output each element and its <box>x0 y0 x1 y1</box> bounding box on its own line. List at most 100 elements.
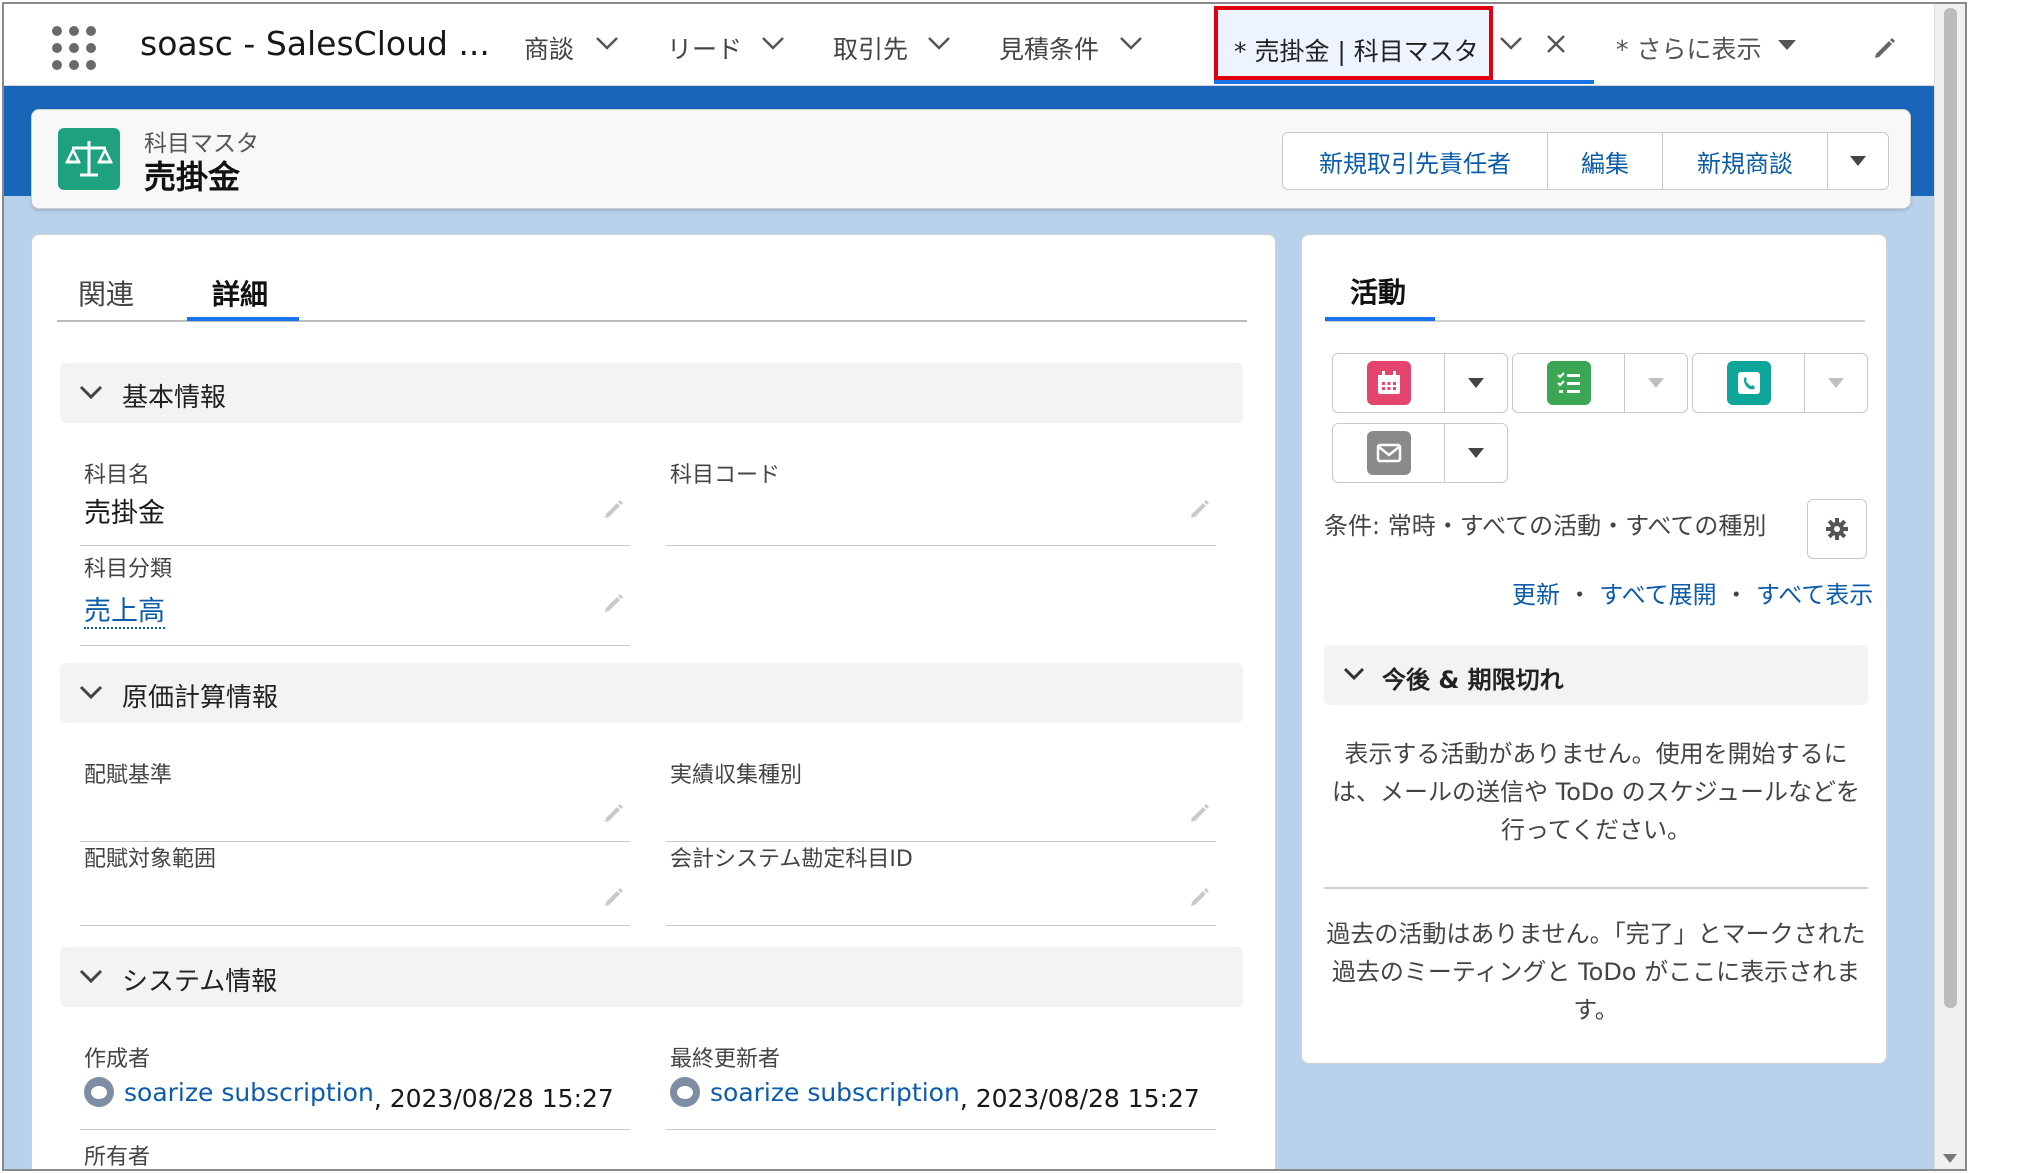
past-activity-message: 過去の活動はありません。「完了」とマークされた過去のミーティングと ToDo が… <box>1326 920 1866 1024</box>
user-chip: soarize subscription <box>84 1077 374 1107</box>
edit-pencil-icon[interactable] <box>602 497 626 519</box>
nav-item-opportunity[interactable]: 商談 <box>524 30 574 66</box>
section-title: 基本情報 <box>122 383 227 413</box>
task-dropdown[interactable] <box>1625 354 1687 412</box>
comma: , <box>959 1084 976 1113</box>
field-divider <box>666 545 1216 546</box>
edit-pencil-icon[interactable] <box>602 801 626 823</box>
activity-settings-button[interactable] <box>1807 499 1867 559</box>
field-label: 科目コード <box>670 463 781 488</box>
activity-divider <box>1324 887 1868 889</box>
send-email-button[interactable] <box>1333 424 1445 482</box>
created-by-user-link[interactable]: soarize subscription <box>124 1078 374 1107</box>
modified-by-user-link[interactable]: soarize subscription <box>710 1078 960 1107</box>
chevron-down-icon[interactable] <box>1118 34 1146 54</box>
field-divider <box>80 1129 630 1130</box>
log-call-button[interactable] <box>1693 354 1805 412</box>
section-upcoming-overdue[interactable]: 今後 & 期限切れ <box>1324 645 1868 705</box>
field-divider <box>80 925 630 926</box>
new-event-button[interactable] <box>1333 354 1445 412</box>
edit-pencil-icon[interactable] <box>1188 885 1212 907</box>
category-link[interactable]: 売上高 <box>84 596 165 629</box>
tab-related[interactable]: 関連 <box>78 273 134 313</box>
event-dropdown[interactable] <box>1445 354 1507 412</box>
field-account-code: 科目コード <box>666 457 1220 547</box>
field-label: 科目分類 <box>84 557 173 582</box>
field-owner: 所有者 <box>84 1139 634 1170</box>
activity-filter-text: 条件: 常時・すべての活動・すべての種別 <box>1324 512 1767 540</box>
section-cost-info[interactable]: 原価計算情報 <box>60 663 1243 723</box>
scrollbar-thumb[interactable] <box>1944 8 1957 1008</box>
tab-detail[interactable]: 詳細 <box>212 273 268 313</box>
nav-item-quote-terms[interactable]: 見積条件 <box>999 30 1099 66</box>
modified-datetime: 2023/08/28 15:27 <box>975 1084 1200 1113</box>
edit-pencil-icon[interactable] <box>602 591 626 613</box>
nav-bar: soasc - SalesCloud ... 商談 リード 取引先 見積条件 *… <box>4 4 1934 86</box>
chevron-down-icon <box>78 967 104 989</box>
close-icon[interactable] <box>1544 32 1572 53</box>
new-task-button[interactable] <box>1513 354 1625 412</box>
field-divider <box>666 925 1216 926</box>
calendar-icon <box>1366 361 1411 405</box>
field-value: soarize subscription, 2023/08/28 15:27 <box>670 1077 1200 1113</box>
edit-nav-pencil-icon[interactable] <box>1870 34 1898 62</box>
field-label: 最終更新者 <box>670 1047 781 1072</box>
more-actions-dropdown[interactable] <box>1828 133 1888 189</box>
chevron-down-icon[interactable] <box>926 34 954 54</box>
new-contact-button[interactable]: 新規取引先責任者 <box>1283 133 1548 189</box>
edit-pencil-icon[interactable] <box>1188 497 1212 519</box>
chevron-down-icon[interactable] <box>1498 34 1526 54</box>
scale-icon <box>58 128 120 190</box>
no-activity-message: 表示する活動がありません。使用を開始するには、メールの送信や ToDo のスケジ… <box>1331 740 1860 844</box>
gear-icon <box>1826 518 1848 540</box>
section-basic-info[interactable]: 基本情報 <box>60 363 1243 423</box>
caret-down-icon[interactable] <box>1776 38 1804 58</box>
field-alloc-range: 配賦対象範囲 <box>80 841 634 927</box>
chevron-down-icon[interactable] <box>594 34 622 54</box>
caret-down-icon <box>1468 378 1484 388</box>
record-header: 科目マスタ 売掛金 新規取引先責任者 編集 新規商談 <box>31 109 1911 209</box>
edit-pencil-icon[interactable] <box>602 885 626 907</box>
new-task-button-group <box>1512 353 1688 413</box>
new-event-button-group <box>1332 353 1508 413</box>
task-list-icon <box>1546 361 1591 405</box>
expand-all-link[interactable]: すべて展開 <box>1599 581 1716 609</box>
field-divider <box>666 1129 1216 1130</box>
section-title: 原価計算情報 <box>122 683 279 713</box>
active-tab-indicator <box>1325 317 1435 321</box>
refresh-link[interactable]: 更新 <box>1512 581 1560 609</box>
app-launcher-icon[interactable] <box>52 26 96 70</box>
record-title: 売掛金 <box>144 158 241 196</box>
tab-active-label: * 売掛金 | 科目マスタ <box>1234 37 1479 66</box>
activity-card: 活動 条件: 常時・すべての活動・すべての種別 更新 ・ すべて展開 ・ すべて… <box>1301 234 1887 1064</box>
section-system-info[interactable]: システム情報 <box>60 947 1243 1007</box>
field-category: 科目分類 売上高 <box>80 551 634 647</box>
email-dropdown[interactable] <box>1445 424 1507 482</box>
separator-dot: ・ <box>1567 581 1592 609</box>
new-opportunity-button[interactable]: 新規商談 <box>1663 133 1828 189</box>
separator-dot: ・ <box>1724 581 1749 609</box>
field-alloc-basis: 配賦基準 <box>80 757 634 843</box>
caret-down-icon <box>1850 156 1866 166</box>
vertical-scrollbar[interactable] <box>1934 4 1965 1169</box>
tab-active-record[interactable]: * 売掛金 | 科目マスタ <box>1214 6 1493 80</box>
nav-item-account[interactable]: 取引先 <box>833 30 908 66</box>
comma: , <box>373 1084 390 1113</box>
nav-more[interactable]: * さらに表示 <box>1616 30 1761 66</box>
scroll-down-arrow-icon[interactable] <box>1943 1154 1957 1163</box>
field-label: 作成者 <box>84 1047 151 1072</box>
nav-item-lead[interactable]: リード <box>667 30 742 66</box>
edit-pencil-icon[interactable] <box>1188 801 1212 823</box>
field-actual-type: 実績収集種別 <box>666 757 1220 843</box>
show-all-link[interactable]: すべて表示 <box>1756 581 1873 609</box>
field-account-name: 科目名 売掛金 <box>80 457 634 547</box>
field-label: 所有者 <box>84 1145 151 1170</box>
call-dropdown[interactable] <box>1805 354 1867 412</box>
active-tab-indicator <box>1214 80 1594 84</box>
chevron-down-icon[interactable] <box>760 34 788 54</box>
active-tab-indicator <box>187 317 299 321</box>
edit-button[interactable]: 編集 <box>1548 133 1663 189</box>
activity-title[interactable]: 活動 <box>1350 271 1406 311</box>
field-value: soarize subscription, 2023/08/28 15:27 <box>84 1077 614 1113</box>
section-title: システム情報 <box>122 967 278 997</box>
